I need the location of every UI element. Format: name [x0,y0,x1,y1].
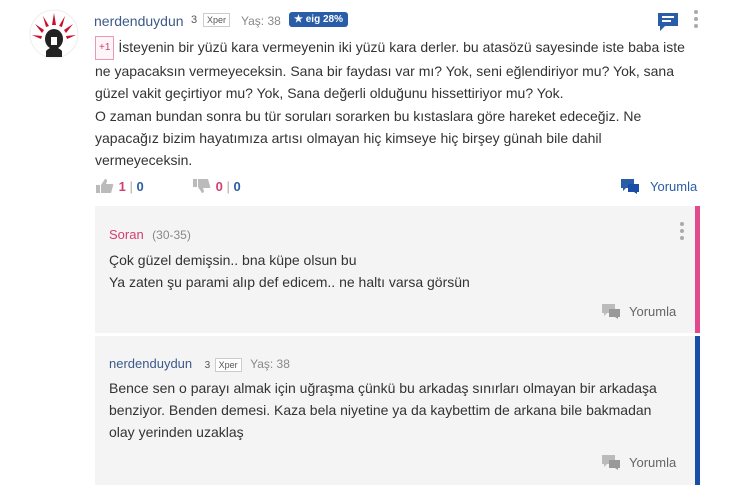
reply-username[interactable]: Soran [109,227,144,242]
vote-separator: | [226,179,230,194]
reply-button[interactable]: Yorumla [601,303,676,319]
reply-text: Bence sen o parayı almak için uğraşma çü… [109,380,657,440]
reply-button-label: Yorumla [650,178,698,194]
reply-chat-icon [602,304,620,319]
downvote-count-pink: 0 [215,179,223,194]
more-options-icon[interactable] [694,10,700,30]
reply-line-1: Çok güzel demişsin.. bna küpe olsun bu [109,252,357,268]
more-options-icon[interactable] [680,222,686,243]
user-level: 3 [204,360,211,371]
user-age: Yaş: 38 [241,14,281,28]
post-paragraph-1: İsteyenin bir yüzü kara vermeyenin iki y… [95,39,685,102]
reply-item: Soran (30-35) Çok güzel demişsin.. bna k… [95,206,700,333]
upvote-count-blue: 0 [136,179,144,194]
xper-badge: Xper [214,358,242,372]
reply-button-label: Yorumla [629,303,677,319]
upvote-count-pink: 1 [118,179,126,194]
reply-chat-icon [602,455,620,470]
reply-button[interactable]: Yorumla [620,178,697,194]
post-paragraph-2: O zaman bundan sonra bu tür soruları sor… [95,107,642,169]
reply-item: nerdenduydun 3 Xper Yaş: 38 Bence sen o … [95,336,700,485]
reply-header: nerdenduydun 3 Xper Yaş: 38 [109,355,290,373]
reply-line-2: Ya zaten şu parami alıp def edicem.. ne … [109,274,470,290]
downvote-count-blue: 0 [233,179,241,194]
xper-badge: Xper [203,13,231,27]
plus-one-tag: +1 [95,36,115,61]
upvote-group[interactable]: 1 | 0 [95,178,144,194]
reply-button-label: Yorumla [629,454,677,470]
user-age: Yaş: 38 [250,357,290,371]
reply-header: Soran (30-35) [109,226,191,244]
thumbs-up-icon[interactable] [95,178,115,194]
reply-username[interactable]: nerdenduydun [109,356,192,371]
reply-text: Çok güzel demişsin.. bna küpe olsun bu Y… [109,249,470,293]
user-level: 3 [191,14,198,26]
post-username[interactable]: nerdenduydun [94,13,184,29]
post-body: +1 İsteyenin bir yüzü kara vermeyenin iki… [95,36,695,171]
downvote-group[interactable]: 0 | 0 [192,178,241,194]
eig-badge: ★ eig 28% [289,12,348,27]
comment-icon[interactable] [656,11,680,33]
thumbs-down-icon[interactable] [192,178,212,194]
reply-chat-icon [621,179,639,194]
avatar[interactable] [29,9,79,59]
reply-age-range: (30-35) [152,228,191,242]
reply-button[interactable]: Yorumla [601,454,676,470]
eig-badge-label: eig 28% [305,14,343,25]
star-icon: ★ [294,14,303,25]
vote-separator: | [129,179,133,194]
